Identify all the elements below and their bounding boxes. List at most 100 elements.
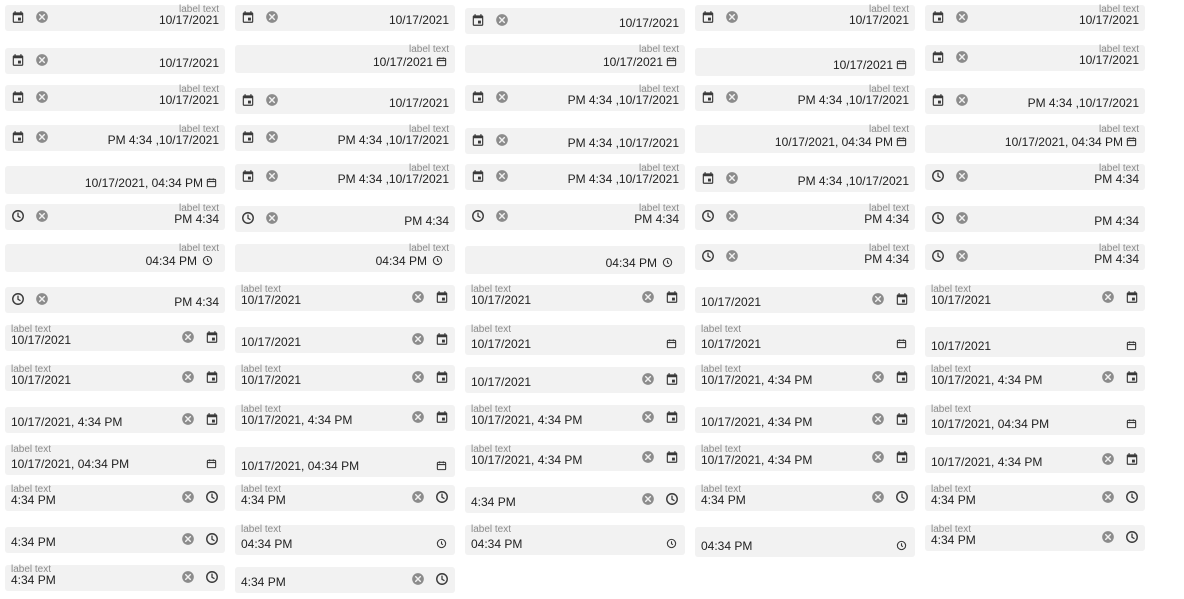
datetime-picker-field[interactable]: 10/17/2021, 04:34 PM — [235, 447, 455, 477]
field-value[interactable]: PM 4:34 ,10/17/2021 — [798, 93, 909, 107]
calendar-icon[interactable] — [205, 412, 219, 426]
field-value[interactable]: 04:34 PM — [471, 537, 522, 551]
field-value[interactable]: 10/17/2021, 4:34 PM — [931, 373, 1042, 387]
datetime-picker-field[interactable]: label text 10/17/2021, 4:34 PM — [235, 404, 455, 431]
calendar-icon[interactable] — [665, 290, 679, 304]
field-value[interactable]: PM 4:34 — [1094, 172, 1139, 186]
clock-icon[interactable] — [205, 532, 219, 546]
clear-icon[interactable] — [955, 249, 969, 263]
calendar-icon[interactable] — [435, 290, 449, 304]
calendar-icon[interactable] — [896, 59, 907, 70]
datetime-picker-field[interactable]: label text 10/17/2021, 04:34 PM — [925, 404, 1145, 435]
clear-icon[interactable] — [641, 492, 655, 506]
date-picker-field[interactable]: label text 10/17/2021 — [465, 284, 685, 311]
clock-icon[interactable] — [1125, 490, 1139, 504]
time-picker-field[interactable]: PM 4:34 — [235, 206, 455, 232]
time-picker-field[interactable]: PM 4:34 — [5, 287, 225, 313]
clear-icon[interactable] — [35, 292, 49, 306]
calendar-icon[interactable] — [206, 458, 217, 469]
datetime-picker-field[interactable]: label text PM 4:34 ,10/17/2021 — [5, 124, 225, 151]
field-value[interactable]: PM 4:34 — [1094, 252, 1139, 266]
date-picker-field[interactable]: 10/17/2021 — [235, 88, 455, 114]
field-value[interactable]: 10/17/2021 — [373, 55, 433, 69]
clock-icon[interactable] — [435, 490, 449, 504]
calendar-icon[interactable] — [436, 460, 447, 471]
field-value[interactable]: 10/17/2021 — [389, 96, 449, 110]
clear-icon[interactable] — [1101, 530, 1115, 544]
field-value[interactable]: 10/17/2021, 4:34 PM — [471, 453, 582, 467]
clear-icon[interactable] — [641, 410, 655, 424]
calendar-icon[interactable] — [1126, 340, 1137, 351]
time-picker-field[interactable]: label text 04:34 PM — [235, 524, 455, 555]
date-picker-field[interactable]: label text 10/17/2021 — [5, 364, 225, 391]
clock-icon[interactable] — [931, 169, 945, 183]
datetime-picker-field[interactable]: label text PM 4:34 ,10/17/2021 — [235, 124, 455, 151]
field-value[interactable]: 4:34 PM — [241, 575, 286, 589]
clear-icon[interactable] — [411, 572, 425, 586]
calendar-icon[interactable] — [931, 93, 945, 107]
clear-icon[interactable] — [265, 211, 279, 225]
time-picker-field[interactable]: label text 04:34 PM — [235, 243, 455, 272]
datetime-picker-field[interactable]: label text 10/17/2021, 4:34 PM — [925, 364, 1145, 391]
calendar-icon[interactable] — [11, 130, 25, 144]
datetime-picker-field[interactable]: label text PM 4:34 ,10/17/2021 — [235, 163, 455, 190]
field-value[interactable]: 10/17/2021 — [1079, 53, 1139, 67]
calendar-icon[interactable] — [435, 370, 449, 384]
clock-icon[interactable] — [1125, 530, 1139, 544]
calendar-icon[interactable] — [666, 338, 677, 349]
calendar-icon[interactable] — [241, 169, 255, 183]
calendar-icon[interactable] — [896, 136, 907, 147]
date-picker-field[interactable]: 10/17/2021 — [925, 327, 1145, 357]
time-picker-field[interactable]: label text PM 4:34 — [695, 243, 915, 270]
calendar-icon[interactable] — [471, 90, 485, 104]
field-value[interactable]: PM 4:34 — [174, 295, 219, 309]
clear-icon[interactable] — [35, 209, 49, 223]
calendar-icon[interactable] — [436, 56, 447, 67]
datetime-picker-field[interactable]: label text 10/17/2021, 4:34 PM — [465, 404, 685, 431]
datetime-picker-field[interactable]: label text 10/17/2021, 04:34 PM — [925, 124, 1145, 153]
field-value[interactable]: 04:34 PM — [241, 537, 292, 551]
calendar-icon[interactable] — [1126, 136, 1137, 147]
field-value[interactable]: PM 4:34 ,10/17/2021 — [338, 172, 449, 186]
clock-icon[interactable] — [662, 257, 673, 268]
clock-icon[interactable] — [931, 249, 945, 263]
calendar-icon[interactable] — [895, 292, 909, 306]
clear-icon[interactable] — [181, 330, 195, 344]
field-value[interactable]: 10/17/2021 — [241, 373, 301, 387]
date-picker-field[interactable]: label text 10/17/2021 — [235, 44, 455, 73]
date-picker-field[interactable]: label text 10/17/2021 — [925, 284, 1145, 311]
field-value[interactable]: PM 4:34 ,10/17/2021 — [1028, 96, 1139, 110]
date-picker-field[interactable]: label text 10/17/2021 — [5, 84, 225, 111]
field-value[interactable]: 10/17/2021 — [11, 373, 71, 387]
field-value[interactable]: 10/17/2021, 4:34 PM — [471, 413, 582, 427]
clear-icon[interactable] — [495, 169, 509, 183]
clear-icon[interactable] — [181, 412, 195, 426]
clear-icon[interactable] — [641, 450, 655, 464]
clear-icon[interactable] — [871, 412, 885, 426]
calendar-icon[interactable] — [471, 133, 485, 147]
time-picker-field[interactable]: label text PM 4:34 — [465, 203, 685, 230]
field-value[interactable]: PM 4:34 ,10/17/2021 — [108, 133, 219, 147]
field-value[interactable]: 10/17/2021 — [159, 13, 219, 27]
calendar-icon[interactable] — [665, 450, 679, 464]
datetime-picker-field[interactable]: 10/17/2021, 4:34 PM — [925, 447, 1145, 473]
datetime-picker-field[interactable]: label text PM 4:34 ,10/17/2021 — [465, 84, 685, 111]
clear-icon[interactable] — [265, 93, 279, 107]
field-value[interactable]: 10/17/2021, 04:34 PM — [775, 135, 893, 149]
clock-icon[interactable] — [205, 490, 219, 504]
field-value[interactable]: PM 4:34 ,10/17/2021 — [568, 93, 679, 107]
clear-icon[interactable] — [411, 410, 425, 424]
field-value[interactable]: 04:34 PM — [146, 254, 197, 268]
datetime-picker-field[interactable]: PM 4:34 ,10/17/2021 — [925, 88, 1145, 114]
field-value[interactable]: 04:34 PM — [701, 539, 752, 553]
calendar-icon[interactable] — [896, 338, 907, 349]
time-picker-field[interactable]: 4:34 PM — [465, 487, 685, 513]
time-picker-field[interactable]: 04:34 PM — [465, 246, 685, 274]
calendar-icon[interactable] — [1125, 370, 1139, 384]
time-picker-field[interactable]: label text PM 4:34 — [5, 203, 225, 230]
time-picker-field[interactable]: 4:34 PM — [235, 567, 455, 593]
field-value[interactable]: 10/17/2021 — [931, 293, 991, 307]
clear-icon[interactable] — [871, 450, 885, 464]
datetime-picker-field[interactable]: PM 4:34 ,10/17/2021 — [465, 128, 685, 154]
field-value[interactable]: 10/17/2021, 4:34 PM — [931, 455, 1042, 469]
